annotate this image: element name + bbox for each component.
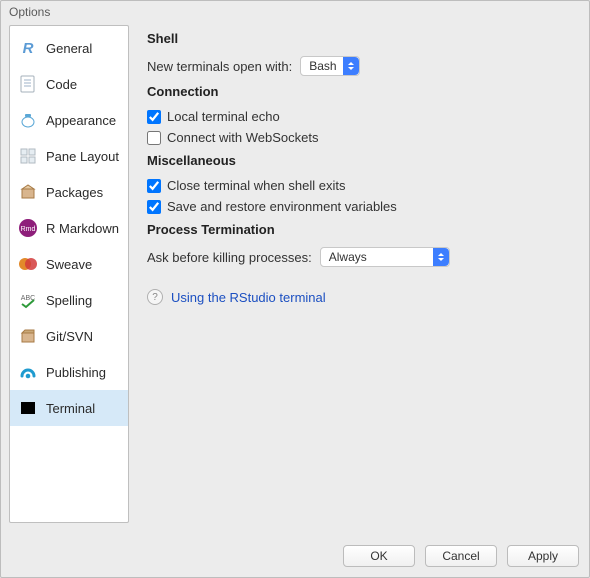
code-page-icon [18, 74, 38, 94]
section-connection-title: Connection [147, 84, 571, 99]
sidebar-item-general[interactable]: R General [10, 30, 128, 66]
sidebar-item-label: General [46, 41, 92, 56]
publish-icon [18, 362, 38, 382]
save-env-label: Save and restore environment variables [167, 199, 397, 214]
help-row: ? Using the RStudio terminal [147, 289, 571, 305]
cancel-button[interactable]: Cancel [425, 545, 497, 567]
help-icon[interactable]: ? [147, 289, 163, 305]
sidebar-item-label: Spelling [46, 293, 92, 308]
sidebar-item-label: Sweave [46, 257, 92, 272]
sidebar-item-label: Pane Layout [46, 149, 119, 164]
ask-kill-select[interactable]: Always [320, 247, 450, 267]
sidebar-item-label: Appearance [46, 113, 116, 128]
ask-kill-label: Ask before killing processes: [147, 250, 312, 265]
git-icon [18, 326, 38, 346]
dialog-body: R General Code Appearance Pane Layout Package… [1, 25, 589, 527]
save-env-checkbox[interactable] [147, 200, 161, 214]
stepper-icon [433, 248, 449, 266]
new-terminals-row: New terminals open with: Bash [147, 56, 571, 76]
websockets-label: Connect with WebSockets [167, 130, 319, 145]
rmd-icon: Rmd [18, 218, 38, 238]
sidebar-item-r-markdown[interactable]: Rmd R Markdown [10, 210, 128, 246]
sweave-icon [18, 254, 38, 274]
sidebar-item-spelling[interactable]: ABC Spelling [10, 282, 128, 318]
terminal-icon [18, 398, 38, 418]
sidebar-item-git-svn[interactable]: Git/SVN [10, 318, 128, 354]
local-echo-row: Local terminal echo [147, 109, 571, 124]
sidebar-item-label: Publishing [46, 365, 106, 380]
apply-button[interactable]: Apply [507, 545, 579, 567]
sidebar-item-label: Git/SVN [46, 329, 93, 344]
websockets-checkbox[interactable] [147, 131, 161, 145]
close-on-exit-row: Close terminal when shell exits [147, 178, 571, 193]
sidebar-item-code[interactable]: Code [10, 66, 128, 102]
local-echo-checkbox[interactable] [147, 110, 161, 124]
new-terminals-label: New terminals open with: [147, 59, 292, 74]
ask-kill-row: Ask before killing processes: Always [147, 247, 571, 267]
sidebar-item-packages[interactable]: Packages [10, 174, 128, 210]
panes-icon [18, 146, 38, 166]
settings-panel: Shell New terminals open with: Bash Conn… [129, 25, 581, 527]
sidebar-item-label: R Markdown [46, 221, 119, 236]
dialog-title: Options [1, 1, 589, 25]
sidebar-item-appearance[interactable]: Appearance [10, 102, 128, 138]
dialog-footer: OK Cancel Apply [343, 545, 579, 567]
local-echo-label: Local terminal echo [167, 109, 280, 124]
sidebar-item-terminal[interactable]: Terminal [10, 390, 128, 426]
spelling-icon: ABC [18, 290, 38, 310]
section-misc-title: Miscellaneous [147, 153, 571, 168]
sidebar-item-label: Terminal [46, 401, 95, 416]
sidebar-item-label: Packages [46, 185, 103, 200]
sidebar-item-pane-layout[interactable]: Pane Layout [10, 138, 128, 174]
help-link[interactable]: Using the RStudio terminal [171, 290, 326, 305]
r-logo-icon: R [18, 38, 38, 58]
stepper-icon [343, 57, 359, 75]
new-terminals-value: Bash [309, 59, 336, 73]
section-termination-title: Process Termination [147, 222, 571, 237]
box-icon [18, 182, 38, 202]
svg-text:Rmd: Rmd [21, 226, 36, 233]
options-dialog: Options R General Code Appearance Pane Layou… [0, 0, 590, 578]
ask-kill-value: Always [329, 250, 367, 264]
ok-button[interactable]: OK [343, 545, 415, 567]
close-on-exit-label: Close terminal when shell exits [167, 178, 345, 193]
category-sidebar: R General Code Appearance Pane Layout Package… [9, 25, 129, 523]
appearance-icon [18, 110, 38, 130]
save-env-row: Save and restore environment variables [147, 199, 571, 214]
close-on-exit-checkbox[interactable] [147, 179, 161, 193]
sidebar-item-publishing[interactable]: Publishing [10, 354, 128, 390]
section-shell-title: Shell [147, 31, 571, 46]
sidebar-item-sweave[interactable]: Sweave [10, 246, 128, 282]
new-terminals-select[interactable]: Bash [300, 56, 359, 76]
sidebar-item-label: Code [46, 77, 77, 92]
websockets-row: Connect with WebSockets [147, 130, 571, 145]
